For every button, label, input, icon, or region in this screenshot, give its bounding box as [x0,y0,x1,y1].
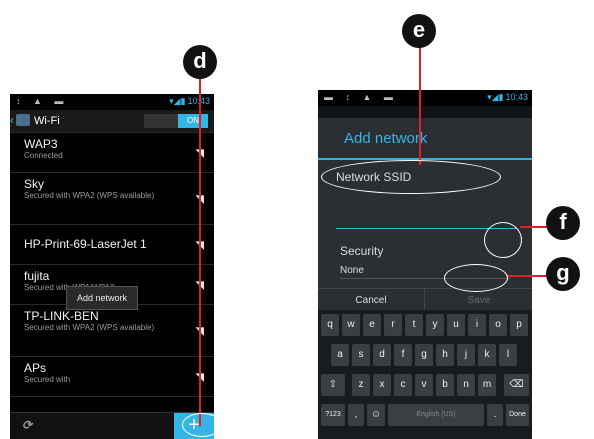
done-key[interactable]: Done [506,404,529,426]
key-q[interactable]: q [321,314,339,336]
network-ssid: TP-LINK-BEN [24,309,99,323]
notification-icons: ↕ ▲ ▬ [16,96,69,106]
key-w[interactable]: w [342,314,360,336]
network-item-hp-print[interactable]: HP-Print-69-LaserJet 1 ◥ [10,225,214,265]
key-l[interactable]: l [499,344,517,366]
key-n[interactable]: n [457,374,475,396]
highlight-save-button [444,264,508,292]
key-s[interactable]: s [352,344,370,366]
system-icons: ▾◢▮10:43 [169,96,210,107]
period-key[interactable]: . [487,404,503,426]
key-h[interactable]: h [436,344,454,366]
key-o[interactable]: o [489,314,507,336]
callout-e-leader-line [419,40,421,165]
page-title: Wi-Fi [34,115,60,127]
soft-keyboard: q w e r t y u i o p a s d f g h j k l ⇧ … [318,310,532,439]
system-icons: ▾◢▮10:43 [487,92,528,102]
comma-key[interactable]: , [348,404,364,426]
back-caret-icon[interactable]: ‹ [10,113,14,127]
symbols-key[interactable]: ?123 [321,404,345,426]
network-ssid: fujita [24,269,50,283]
security-label: Security [340,244,384,258]
network-ssid: Sky [24,177,45,191]
key-x[interactable]: x [373,374,391,396]
key-p[interactable]: p [510,314,528,336]
emoji-key[interactable]: ☺ [367,404,385,426]
add-network-screen: ▬ ↕ ▲ ▬ ▾◢▮ 10:43 Add network Network SSI… [318,90,532,439]
keyboard-row-1: q w e r t y u i o p [318,314,532,340]
key-f[interactable]: f [394,344,412,366]
callout-e: e [402,14,436,48]
key-i[interactable]: i [468,314,486,336]
add-network-tooltip: Add network [66,286,139,310]
callout-f: f [546,206,580,240]
key-t[interactable]: t [405,314,423,336]
backspace-key[interactable]: ⌫ [504,374,529,396]
highlight-add-button [182,413,222,437]
callout-d-leader-line [199,58,201,426]
network-status: Secured with WPA2 (WPS available) [24,191,155,200]
scan-refresh-icon[interactable]: ⟳ [22,418,32,432]
key-g[interactable]: g [415,344,433,366]
callout-g: g [546,257,580,291]
key-y[interactable]: y [426,314,444,336]
wifi-settings-icon[interactable] [16,114,30,126]
network-ssid: HP-Print-69-LaserJet 1 [24,237,147,251]
wifi-toggle-on: ON [178,114,208,128]
wifi-settings-screen: ↕ ▲ ▬ ▾◢▮10:43 ‹ Wi-Fi ON WAP3 Connected… [10,94,214,439]
key-m[interactable]: m [478,374,496,396]
shift-key[interactable]: ⇧ [321,374,345,396]
highlight-security-spinner [484,222,522,258]
key-a[interactable]: a [331,344,349,366]
network-item-tp-link-ben[interactable]: TP-LINK-BEN Secured with WPA2 (WPS avail… [10,305,214,357]
network-status: Connected [24,151,63,160]
highlight-ssid-field [321,160,501,194]
status-bar: ▬ ↕ ▲ ▬ ▾◢▮ 10:43 [318,90,532,106]
callout-g-leader-line [506,275,550,277]
key-c[interactable]: c [394,374,412,396]
key-d[interactable]: d [373,344,391,366]
keyboard-row-4: ?123 , ☺ English (US) . Done [318,404,532,430]
network-item-aps[interactable]: APs Secured with ◥ [10,357,214,397]
notification-icons: ▬ ↕ ▲ ▬ [324,92,398,102]
status-bar: ↕ ▲ ▬ ▾◢▮10:43 [10,94,214,110]
network-item-sky[interactable]: Sky Secured with WPA2 (WPS available) ◥ [10,173,214,225]
keyboard-row-2: a s d f g h j k l [318,344,532,370]
network-ssid: APs [24,361,47,375]
key-v[interactable]: v [415,374,433,396]
security-spinner-value[interactable]: None [340,265,364,276]
key-j[interactable]: j [457,344,475,366]
key-b[interactable]: b [436,374,454,396]
network-status: Secured with WPA2 (WPS available) [24,323,155,332]
network-ssid: WAP3 [24,137,58,151]
action-bar: ‹ Wi-Fi ON [10,110,214,133]
wifi-network-list: WAP3 Connected ◥ Sky Secured with WPA2 (… [10,133,214,397]
keyboard-row-3: ⇧ z x c v b n m ⌫ [318,374,532,400]
key-u[interactable]: u [447,314,465,336]
network-status: Secured with [24,375,71,384]
dialog-title: Add network [344,130,428,147]
key-z[interactable]: z [352,374,370,396]
key-e[interactable]: e [363,314,381,336]
space-key[interactable]: English (US) [388,404,484,426]
status-time: 10:43 [505,92,528,102]
key-k[interactable]: k [478,344,496,366]
callout-d: d [183,45,217,79]
network-item-wap3[interactable]: WAP3 Connected ◥ [10,133,214,173]
key-r[interactable]: r [384,314,402,336]
